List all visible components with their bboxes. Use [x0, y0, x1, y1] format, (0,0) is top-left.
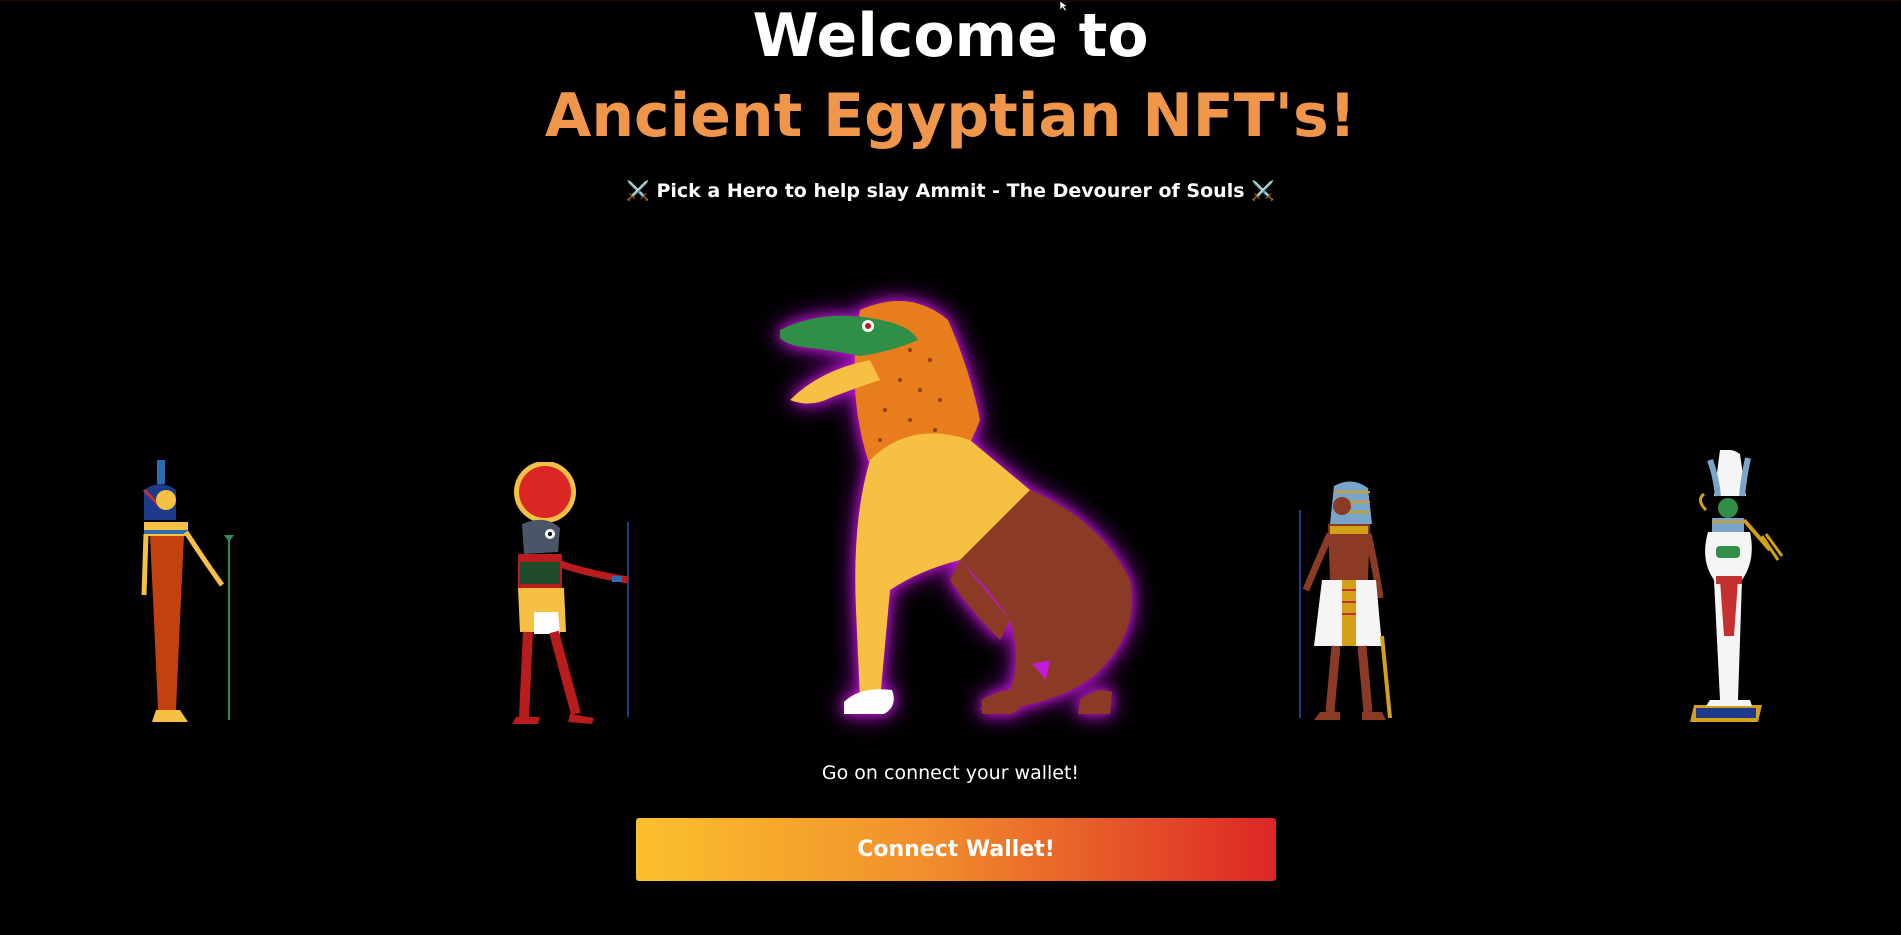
osiris-figure-icon	[1690, 450, 1784, 722]
hero-osiris[interactable]	[1680, 450, 1790, 725]
ammit-crocodile-lion-beast-icon	[780, 301, 1132, 714]
connect-wallet-button[interactable]: Connect Wallet!	[636, 818, 1276, 881]
subtitle-text: ⚔️ Pick a Hero to help slay Ammit - The …	[626, 180, 1275, 202]
falcon-headed-figure-icon	[512, 462, 629, 724]
welcome-heading: Welcome to	[752, 1, 1149, 71]
hero-ra[interactable]	[500, 462, 640, 727]
brand-heading: Ancient Egyptian NFT's!	[544, 81, 1357, 151]
connect-prompt-text: Go on connect your wallet!	[821, 762, 1080, 784]
hero-isis[interactable]	[130, 460, 240, 725]
goddess-figure-icon	[141, 460, 234, 722]
pharaoh-figure-icon	[1299, 481, 1392, 720]
hero-pharaoh[interactable]	[1290, 480, 1410, 725]
landing-page: Welcome to Ancient Egyptian NFT's! ⚔️ Pi…	[0, 0, 1901, 935]
hero-stage	[0, 290, 1901, 730]
boss-ammit	[760, 290, 1160, 730]
